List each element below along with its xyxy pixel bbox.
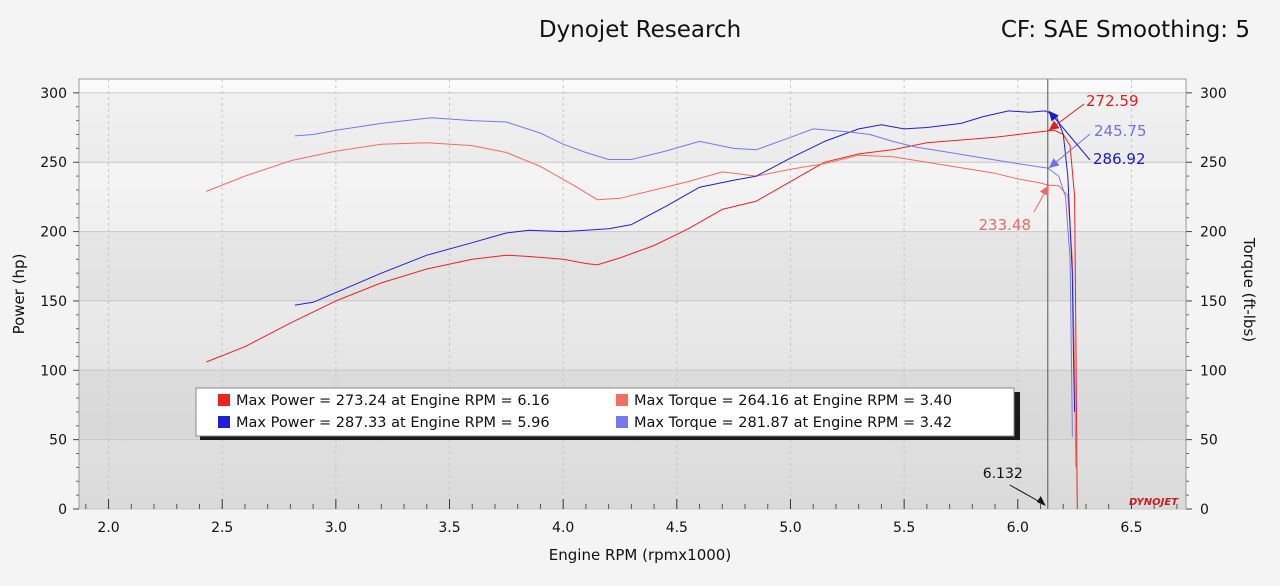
dyno-chart: Dynojet Research CF: SAE Smoothing: 5 0 0…	[0, 0, 1280, 582]
y-tick-label-left: 250	[40, 155, 67, 171]
y-tick-label-left: 150	[40, 294, 67, 310]
x-tick-label: 4.0	[552, 520, 574, 536]
x-tick-label: 2.0	[97, 520, 119, 536]
y-tick-label-left: 300	[40, 86, 67, 102]
x-tick-label: 6.0	[1007, 520, 1029, 536]
rpm-marker-value: 6.132	[983, 466, 1023, 482]
legend-entry-text: Max Power = 287.33 at Engine RPM = 5.96	[236, 415, 550, 431]
value-label-blue-torque: 245.75	[1094, 122, 1147, 140]
y-tick-label-right: 100	[1200, 363, 1227, 379]
x-tick-label: 5.5	[893, 520, 915, 536]
y-tick-label-right: 200	[1200, 225, 1227, 241]
x-axis-label: Engine RPM (rpmx1000)	[549, 546, 731, 564]
y-tick-label-right: 150	[1200, 294, 1227, 310]
grid-band	[80, 93, 1185, 162]
dynojet-logo-text: DYNOJET	[1129, 497, 1179, 508]
dyno-chart-window: Dynojet Research CF: SAE Smoothing: 5 0 0…	[0, 0, 1280, 582]
value-label-red-power: 272.59	[1086, 92, 1139, 110]
legend-entry-text: Max Power = 273.24 at Engine RPM = 6.16	[236, 393, 550, 409]
legend-entry-text: Max Torque = 281.87 at Engine RPM = 3.42	[634, 415, 952, 431]
y-tick-label-right: 50	[1200, 433, 1218, 449]
y-axis-left-label: Power (hp)	[10, 254, 28, 335]
legend-swatch	[616, 394, 628, 406]
x-tick-label: 3.5	[438, 520, 460, 536]
value-label-blue-power: 286.92	[1093, 150, 1146, 168]
legend-entry-text: Max Torque = 264.16 at Engine RPM = 3.40	[634, 393, 952, 409]
y-tick-label-left: 50	[49, 433, 67, 449]
grid-band	[80, 232, 1185, 301]
legend: Max Power = 273.24 at Engine RPM = 6.16 M…	[195, 387, 1020, 440]
value-label-red-torque: 233.48	[979, 216, 1032, 234]
x-tick-label: 6.5	[1120, 520, 1142, 536]
x-tick-label: 5.0	[779, 520, 801, 536]
legend-swatch	[616, 416, 628, 428]
y-tick-label-right: 250	[1200, 155, 1227, 171]
y-tick-label-left: 0	[58, 502, 67, 518]
legend-swatch	[218, 416, 230, 428]
y-axis-right-label: Torque (ft-lbs)	[1240, 237, 1258, 342]
chart-title: Dynojet Research	[539, 17, 741, 43]
x-tick-label: 2.5	[211, 520, 233, 536]
y-tick-label-left: 100	[40, 363, 67, 379]
x-tick-label: 4.5	[666, 520, 688, 536]
correction-factor-label: CF: SAE Smoothing: 5	[1001, 17, 1250, 43]
y-tick-label-left: 200	[40, 225, 67, 241]
dynojet-logo: DYNOJET	[1129, 497, 1179, 508]
legend-swatch	[218, 394, 230, 406]
x-tick-label: 3.0	[325, 520, 347, 536]
y-tick-label-right: 0	[1200, 502, 1209, 518]
y-tick-label-right: 300	[1200, 86, 1227, 102]
